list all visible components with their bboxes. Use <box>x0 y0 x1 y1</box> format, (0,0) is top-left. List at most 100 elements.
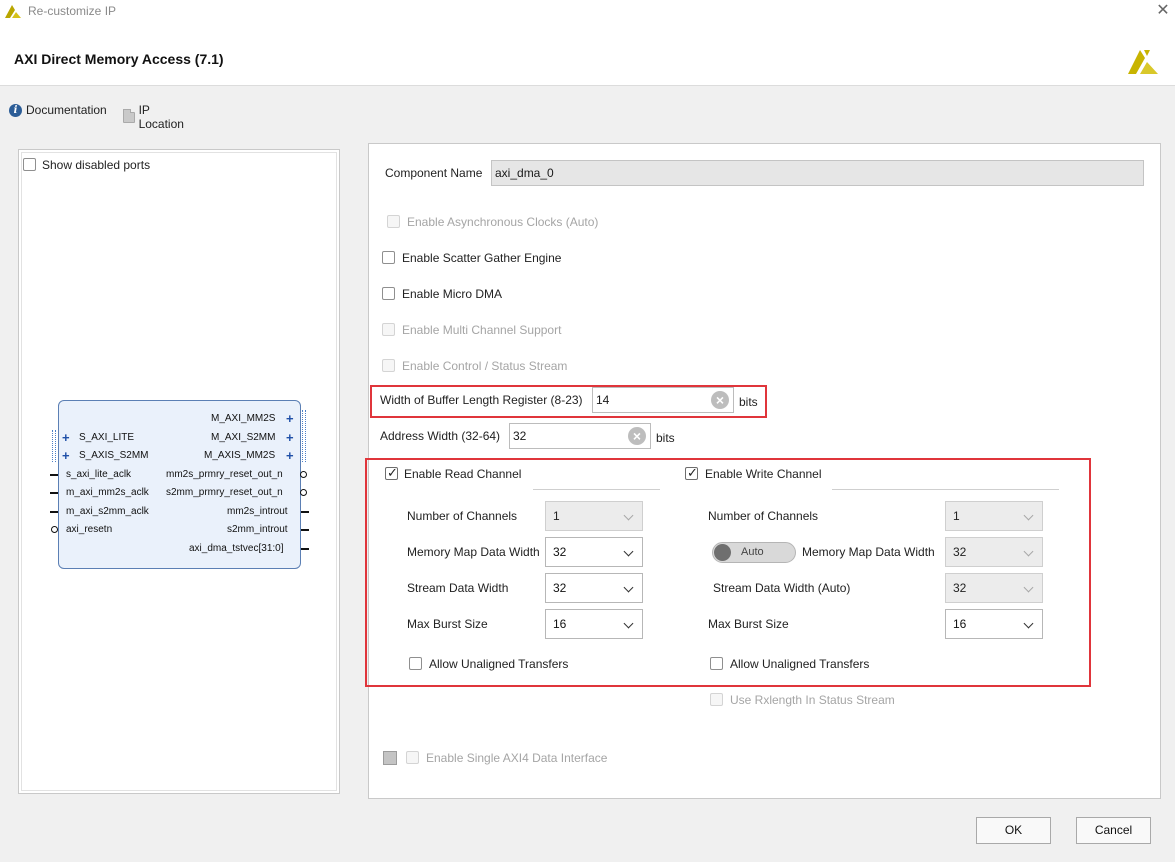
read-separator <box>533 489 660 490</box>
write-stream-width-label: Stream Data Width (Auto) <box>713 581 851 595</box>
single-axi4-checkbox[interactable] <box>406 751 419 764</box>
show-disabled-ports-label: Show disabled ports <box>42 158 151 172</box>
chevron-down-icon <box>1023 546 1034 557</box>
read-stream-width-value: 32 <box>553 581 567 595</box>
chevron-down-icon <box>1023 582 1034 593</box>
chevron-down-icon <box>623 546 634 557</box>
component-name-label: Component Name <box>385 166 483 180</box>
micro-dma-checkbox[interactable] <box>382 287 395 300</box>
read-channel-label: Enable Read Channel <box>404 467 522 481</box>
ip-location-link[interactable]: IP Location <box>123 103 186 131</box>
component-name-field[interactable]: axi_dma_0 <box>491 160 1144 186</box>
port-label: S_AXIS_S2MM <box>79 450 149 461</box>
async-clocks-label: Enable Asynchronous Clocks (Auto) <box>407 215 599 229</box>
read-stream-width-label: Stream Data Width <box>407 581 509 595</box>
write-channel-checkbox[interactable] <box>685 465 698 481</box>
port-label: M_AXI_MM2S <box>211 413 276 424</box>
clear-icon[interactable]: × <box>628 427 646 445</box>
read-max-burst-label: Max Burst Size <box>407 617 488 631</box>
write-num-channels-select[interactable]: 1 <box>945 501 1043 531</box>
async-clocks-checkbox[interactable] <box>387 215 400 228</box>
write-mm-width-value: 32 <box>953 545 967 559</box>
write-max-burst-value: 16 <box>953 617 967 631</box>
show-disabled-ports-checkbox[interactable] <box>23 158 36 171</box>
chevron-down-icon <box>623 618 634 629</box>
ok-button[interactable]: OK <box>976 817 1051 844</box>
multi-channel-label: Enable Multi Channel Support <box>402 323 562 337</box>
chevron-down-icon <box>1023 510 1034 521</box>
port-pin-inverted <box>51 526 58 533</box>
rxlength-label: Use Rxlength In Status Stream <box>730 693 895 707</box>
port-label: m_axi_s2mm_aclk <box>66 506 149 517</box>
write-unaligned-label: Allow Unaligned Transfers <box>730 657 870 671</box>
expand-icon[interactable]: + <box>286 431 294 444</box>
control-status-label: Enable Control / Status Stream <box>402 359 568 373</box>
rxlength-checkbox[interactable] <box>710 693 723 706</box>
address-width-label: Address Width (32-64) <box>380 429 501 443</box>
port-pin <box>301 529 309 531</box>
clear-icon[interactable]: × <box>711 391 729 409</box>
write-max-burst-select[interactable]: 16 <box>945 609 1043 639</box>
write-num-channels-value: 1 <box>953 509 960 523</box>
read-max-burst-select[interactable]: 16 <box>545 609 643 639</box>
chevron-down-icon <box>623 510 634 521</box>
auto-toggle-label: Auto <box>741 546 764 558</box>
port-label: mm2s_introut <box>227 506 288 517</box>
port-label: axi_dma_tstvec[31:0] <box>189 543 284 554</box>
toggle-knob <box>714 544 731 561</box>
expand-icon[interactable]: + <box>62 449 70 462</box>
port-label: mm2s_prmry_reset_out_n <box>166 469 283 480</box>
port-pin-inverted <box>300 471 307 478</box>
address-width-unit: bits <box>656 431 675 445</box>
dialog-header: AXI Direct Memory Access (7.1) <box>0 24 1175 86</box>
vivado-logo-icon <box>5 5 21 18</box>
scatter-gather-label: Enable Scatter Gather Engine <box>402 251 562 265</box>
port-pin-inverted <box>300 489 307 496</box>
port-label: M_AXIS_MM2S <box>204 450 276 461</box>
auto-toggle[interactable]: Auto <box>712 542 796 563</box>
window-title: Re-customize IP <box>28 4 117 18</box>
chevron-down-icon <box>1023 618 1034 629</box>
expand-icon[interactable]: + <box>286 449 294 462</box>
read-mm-width-select[interactable]: 32 <box>545 537 643 567</box>
read-channel-checkbox[interactable] <box>385 465 398 481</box>
write-channel-label: Enable Write Channel <box>705 467 822 481</box>
multi-channel-checkbox[interactable] <box>382 323 395 336</box>
control-status-checkbox[interactable] <box>382 359 395 372</box>
interface-bus-marker <box>302 410 306 462</box>
chevron-down-icon <box>623 582 634 593</box>
read-num-channels-select[interactable]: 1 <box>545 501 643 531</box>
documentation-link[interactable]: i Documentation <box>9 103 107 117</box>
interface-icon <box>383 751 397 765</box>
write-mm-width-label: Memory Map Data Width <box>802 545 935 559</box>
port-label: s_axi_lite_aclk <box>66 469 132 480</box>
ip-title: AXI Direct Memory Access (7.1) <box>14 51 224 67</box>
ip-location-label: IP Location <box>138 103 184 131</box>
close-icon[interactable]: ✕ <box>1151 0 1175 22</box>
write-mm-width-select[interactable]: 32 <box>945 537 1043 567</box>
buffer-length-unit: bits <box>739 395 758 409</box>
port-pin <box>50 474 58 476</box>
info-icon: i <box>9 103 22 117</box>
write-unaligned-checkbox[interactable] <box>710 657 723 670</box>
expand-icon[interactable]: + <box>286 412 294 425</box>
title-bar: Re-customize IP ✕ <box>0 0 1175 24</box>
read-mm-width-label: Memory Map Data Width <box>407 545 540 559</box>
expand-icon[interactable]: + <box>62 431 70 444</box>
write-num-channels-label: Number of Channels <box>708 509 819 523</box>
read-num-channels-value: 1 <box>553 509 560 523</box>
port-label: S_AXI_LITE <box>79 432 135 443</box>
write-stream-width-value: 32 <box>953 581 967 595</box>
port-label: m_axi_mm2s_aclk <box>66 487 149 498</box>
single-axi4-label: Enable Single AXI4 Data Interface <box>426 751 608 765</box>
documentation-label: Documentation <box>26 103 107 117</box>
write-separator <box>832 489 1059 490</box>
read-max-burst-value: 16 <box>553 617 567 631</box>
write-stream-width-select[interactable]: 32 <box>945 573 1043 603</box>
cancel-button[interactable]: Cancel <box>1076 817 1151 844</box>
read-stream-width-select[interactable]: 32 <box>545 573 643 603</box>
read-unaligned-checkbox[interactable] <box>409 657 422 670</box>
scatter-gather-checkbox[interactable] <box>382 251 395 264</box>
port-pin <box>50 511 58 513</box>
read-num-channels-label: Number of Channels <box>407 509 518 523</box>
